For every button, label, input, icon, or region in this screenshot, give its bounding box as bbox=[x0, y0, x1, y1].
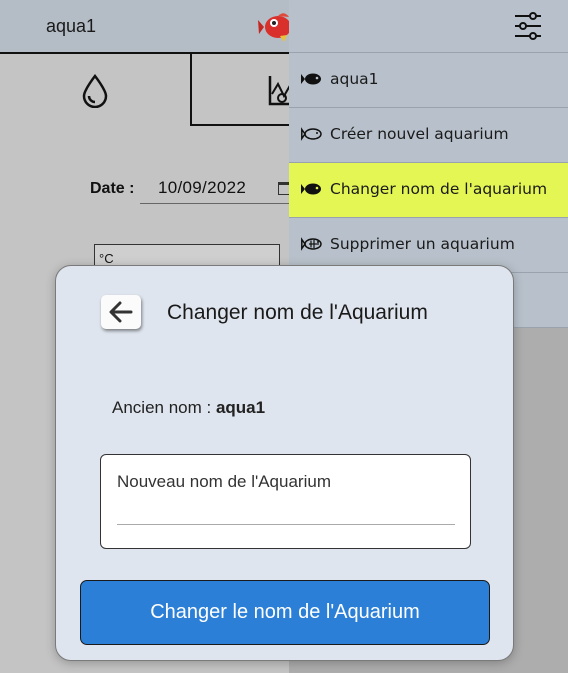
fish-skeleton-icon bbox=[301, 237, 322, 251]
drawer-item-aqua1[interactable]: aqua1 bbox=[289, 53, 568, 108]
back-button[interactable] bbox=[101, 295, 141, 329]
drawer-item-label: Supprimer un aquarium bbox=[330, 235, 515, 253]
rename-submit-button[interactable]: Changer le nom de l'Aquarium bbox=[80, 580, 490, 645]
water-drop-icon bbox=[82, 74, 108, 108]
new-name-card bbox=[100, 454, 471, 549]
date-input[interactable]: 10/09/2022 bbox=[140, 174, 300, 204]
rename-dialog: Changer nom de l'Aquarium Ancien nom : a… bbox=[55, 265, 514, 661]
fish-filled-icon bbox=[301, 73, 321, 85]
date-value: 10/09/2022 bbox=[158, 178, 247, 197]
settings-sliders-icon[interactable] bbox=[513, 12, 543, 40]
date-label: Date : bbox=[90, 180, 135, 197]
drawer-item-create-aquarium[interactable]: Créer nouvel aquarium bbox=[289, 108, 568, 163]
new-name-input[interactable] bbox=[117, 469, 455, 525]
tab-water-parameters[interactable] bbox=[0, 54, 191, 126]
dialog-title: Changer nom de l'Aquarium bbox=[167, 301, 428, 324]
fish-outline-icon bbox=[301, 127, 322, 141]
view-tabs bbox=[0, 54, 300, 126]
drawer-item-label: Changer nom de l'aquarium bbox=[330, 180, 548, 198]
arrow-left-icon bbox=[109, 301, 133, 323]
date-row: Date : 10/09/2022 bbox=[90, 174, 300, 204]
old-name-row: Ancien nom : aqua1 bbox=[112, 398, 265, 418]
fish-filled-icon bbox=[301, 183, 321, 195]
old-name-value: aqua1 bbox=[215, 398, 266, 417]
drawer-header bbox=[289, 0, 568, 53]
tab-chart[interactable] bbox=[190, 54, 300, 126]
drawer-item-rename-aquarium[interactable]: Changer nom de l'aquarium bbox=[289, 163, 568, 218]
old-name-label: Ancien nom : bbox=[112, 398, 216, 417]
drawer-item-label: Créer nouvel aquarium bbox=[330, 125, 509, 143]
drawer-item-label: aqua1 bbox=[330, 70, 379, 88]
aquarium-title: aqua1 bbox=[46, 16, 97, 36]
temperature-unit: °C bbox=[99, 251, 114, 266]
